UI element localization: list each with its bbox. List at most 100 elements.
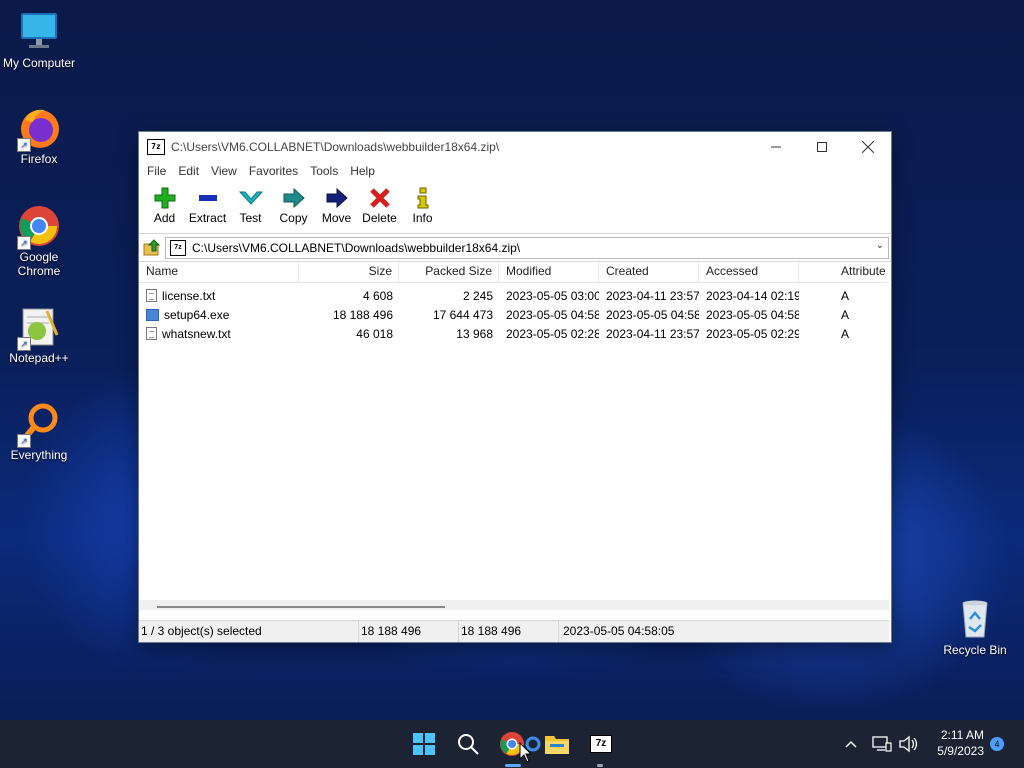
exe-file-icon — [146, 308, 159, 321]
column-created[interactable]: Created — [599, 260, 699, 282]
desktop-icon-my-computer[interactable]: My Computer — [1, 10, 77, 70]
file-name: whatsnew.txt — [162, 326, 231, 341]
shortcut-arrow-icon: ↗ — [17, 138, 31, 152]
notification-badge[interactable]: 4 — [990, 737, 1004, 751]
list-item[interactable]: setup64.exe 18 188 496 17 644 473 2023-0… — [139, 305, 889, 324]
info-button[interactable]: Info — [401, 181, 444, 233]
x-icon — [367, 187, 393, 209]
address-text: C:\Users\VM6.COLLABNET\Downloads\webbuil… — [192, 240, 521, 255]
plus-icon — [152, 187, 178, 209]
open-app-indicator — [597, 764, 603, 767]
close-button[interactable] — [845, 132, 891, 161]
folder-icon — [545, 736, 569, 754]
desktop-icon-notepadpp[interactable]: ↗ Notepad++ — [1, 305, 77, 365]
seven-zip-icon: 7z — [590, 735, 612, 753]
copy-button[interactable]: Copy — [272, 181, 315, 233]
desktop-icon-recycle-bin[interactable]: Recycle Bin — [937, 597, 1013, 657]
delete-button[interactable]: Delete — [358, 181, 401, 233]
chrome-icon: ↗ — [17, 204, 61, 250]
test-button[interactable]: Test — [229, 181, 272, 233]
search-button[interactable] — [452, 728, 484, 760]
scrollbar-thumb[interactable] — [157, 606, 445, 608]
clock[interactable]: 2:11 AM 5/9/2023 — [937, 727, 984, 759]
desktop-icon-label: My Computer — [2, 56, 76, 70]
taskbar: 7z 2:11 AM 5/9/2023 4 — [0, 720, 1024, 768]
text-file-icon — [146, 288, 157, 302]
menu-favorites[interactable]: Favorites — [243, 164, 304, 178]
window-title: C:\Users\VM6.COLLABNET\Downloads\webbuil… — [171, 139, 500, 154]
file-list: Name Size Packed Size Modified Created A… — [139, 260, 889, 600]
chevron-up-icon — [845, 740, 857, 748]
add-label: Add — [153, 211, 176, 225]
status-packed: 18 188 496 — [459, 621, 559, 642]
desktop-icon-label: Recycle Bin — [943, 643, 1007, 657]
volume-button[interactable] — [894, 728, 922, 760]
file-size: 46 018 — [356, 326, 393, 341]
folder-up-button[interactable] — [139, 236, 165, 260]
status-size: 18 188 496 — [359, 621, 459, 642]
menu-tools[interactable]: Tools — [304, 164, 344, 178]
zip-archive-icon: 7z — [170, 239, 186, 256]
shortcut-arrow-icon: ↗ — [17, 236, 31, 250]
file-modified: 2023-05-05 04:58 — [506, 307, 599, 322]
desktop-icon-chrome[interactable]: ↗ Google Chrome — [1, 204, 77, 278]
shortcut-arrow-icon: ↗ — [17, 434, 31, 448]
mouse-cursor-icon — [519, 742, 533, 763]
taskbar-7zip[interactable]: 7z — [585, 728, 617, 760]
horizontal-scrollbar[interactable] — [139, 600, 889, 610]
maximize-button[interactable] — [799, 132, 845, 161]
list-item[interactable]: license.txt 4 608 2 245 2023-05-05 03:00… — [139, 286, 889, 305]
arrow-right-icon — [281, 187, 307, 209]
clock-date: 5/9/2023 — [937, 744, 984, 758]
recycle-bin-icon — [953, 597, 997, 641]
column-packed-size[interactable]: Packed Size — [399, 260, 499, 282]
move-button[interactable]: Move — [315, 181, 358, 233]
extract-label: Extract — [188, 211, 227, 225]
file-accessed: 2023-05-05 02:29 — [706, 326, 799, 341]
extract-button[interactable]: Extract — [186, 181, 229, 233]
file-name: setup64.exe — [164, 307, 230, 322]
chevron-down-icon[interactable]: ⌄ — [876, 240, 884, 251]
monitor-icon — [17, 10, 61, 54]
test-label: Test — [239, 211, 262, 225]
title-bar[interactable]: 7z C:\Users\VM6.COLLABNET\Downloads\webb… — [139, 132, 891, 161]
column-accessed[interactable]: Accessed — [699, 260, 799, 282]
search-icon — [458, 734, 479, 755]
file-created: 2023-04-11 23:57 — [606, 288, 699, 303]
list-item[interactable]: whatsnew.txt 46 018 13 968 2023-05-05 02… — [139, 324, 889, 343]
column-size[interactable]: Size — [299, 260, 399, 282]
start-button[interactable] — [408, 728, 440, 760]
info-icon — [410, 187, 436, 209]
maximize-icon — [817, 141, 827, 152]
menu-file[interactable]: File — [141, 164, 172, 178]
column-attribute[interactable]: Attribute — [799, 260, 889, 282]
desktop-icon-label: Everything — [10, 448, 68, 462]
menu-edit[interactable]: Edit — [172, 164, 205, 178]
taskbar-file-explorer[interactable] — [541, 728, 573, 760]
minimize-button[interactable] — [753, 132, 799, 161]
seven-zip-app-icon: 7z — [147, 138, 165, 155]
column-name[interactable]: Name — [139, 260, 299, 282]
file-packed-size: 17 644 473 — [432, 307, 493, 322]
desktop-icon-firefox[interactable]: ↗ Firefox — [1, 106, 77, 166]
firefox-icon: ↗ — [17, 106, 61, 152]
info-label: Info — [412, 211, 433, 225]
desktop-icon-everything[interactable]: ↗ Everything — [1, 402, 77, 462]
column-modified[interactable]: Modified — [499, 260, 599, 282]
desktop-icon-label: Firefox — [20, 152, 58, 166]
file-size: 18 188 496 — [332, 307, 393, 322]
add-button[interactable]: Add — [143, 181, 186, 233]
file-packed-size: 13 968 — [456, 326, 493, 341]
windows-logo-icon — [413, 733, 435, 755]
address-input[interactable]: 7z C:\Users\VM6.COLLABNET\Downloads\webb… — [165, 236, 889, 259]
menu-view[interactable]: View — [205, 164, 243, 178]
close-icon — [862, 140, 874, 153]
network-button[interactable] — [868, 728, 896, 760]
file-attribute: A — [841, 307, 850, 322]
status-bar: 1 / 3 object(s) selected 18 188 496 18 1… — [139, 620, 889, 642]
show-hidden-icons-button[interactable] — [836, 728, 866, 760]
status-modified: 2023-05-05 04:58:05 — [563, 624, 675, 638]
menu-help[interactable]: Help — [344, 164, 381, 178]
magnifier-icon: ↗ — [17, 402, 61, 448]
copy-label: Copy — [279, 211, 308, 225]
